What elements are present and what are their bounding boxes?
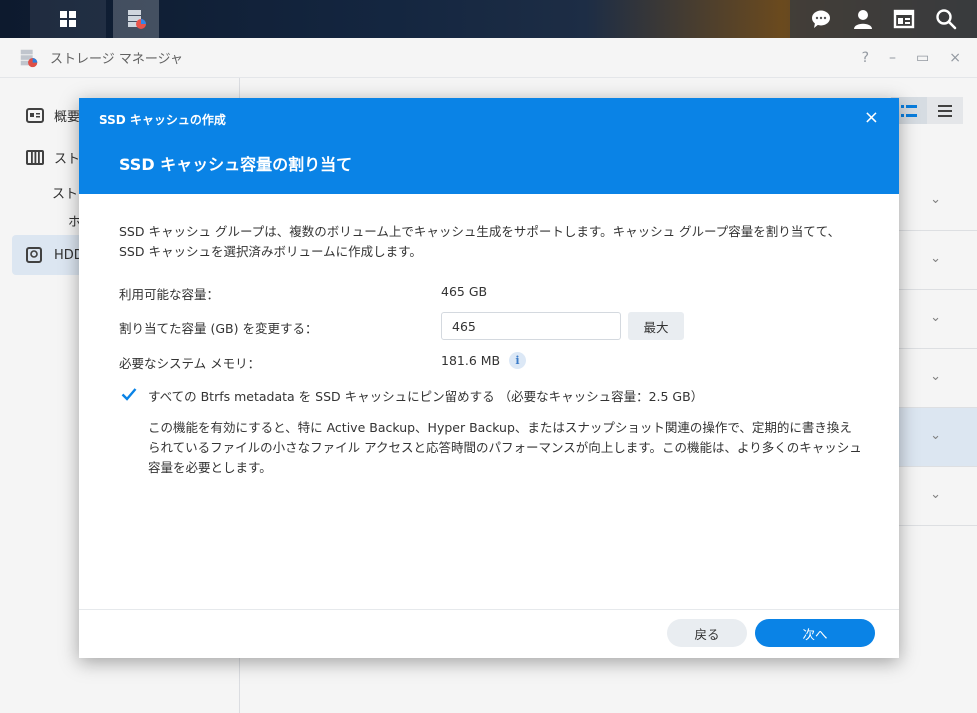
memory-label: 必要なシステム メモリ：: [119, 356, 261, 371]
info-icon[interactable]: i: [509, 352, 526, 369]
ssd-cache-dialog: SSD キャッシュの作成 × SSD キャッシュ容量の割り当て SSD キャッシ…: [79, 98, 899, 658]
back-button[interactable]: 戻る: [667, 619, 747, 647]
max-button[interactable]: 最大: [628, 312, 684, 340]
chat-button[interactable]: [809, 7, 833, 31]
dialog-footer: 戻る 次へ: [79, 609, 899, 658]
memory-value: 181.6 MB: [441, 353, 501, 368]
storage-manager-icon: [128, 10, 146, 29]
user-button[interactable]: [851, 7, 875, 31]
alloc-capacity-label: 割り当てた容量 (GB) を変更する：: [119, 321, 318, 336]
next-button[interactable]: 次へ: [755, 619, 875, 647]
widgets-button[interactable]: [892, 7, 916, 31]
taskbar: [0, 0, 977, 38]
pin-metadata-checkbox[interactable]: [121, 386, 137, 402]
pin-metadata-label[interactable]: すべての Btrfs metadata を SSD キャッシュにピン留めする （…: [148, 386, 703, 405]
available-capacity-value: 465 GB: [441, 284, 488, 299]
storage-manager-taskbar-button[interactable]: [113, 0, 159, 38]
dialog-body: SSD キャッシュ グループは、複数のボリューム上でキャッシュ生成をサポートしま…: [119, 222, 864, 371]
dialog-title: SSD キャッシュ容量の割り当て: [119, 155, 353, 174]
pin-metadata-description: この機能を有効にすると、特に Active Backup、Hyper Backu…: [148, 420, 862, 475]
widgets-icon: [894, 9, 915, 29]
checkmark-icon: [121, 388, 137, 401]
alloc-capacity-input[interactable]: [441, 312, 621, 340]
apps-grid-icon: [60, 11, 76, 27]
dialog-window-title: SSD キャッシュの作成: [99, 113, 226, 127]
apps-grid-button[interactable]: [30, 0, 106, 38]
chat-icon: [811, 10, 830, 28]
close-icon[interactable]: ×: [864, 107, 879, 128]
search-icon: [936, 9, 957, 30]
user-icon: [853, 10, 872, 29]
dialog-description: SSD キャッシュ グループは、複数のボリューム上でキャッシュ生成をサポートしま…: [119, 224, 841, 259]
available-capacity-label: 利用可能な容量：: [119, 287, 220, 302]
search-button[interactable]: [934, 7, 958, 31]
dialog-header: SSD キャッシュの作成 × SSD キャッシュ容量の割り当て: [79, 98, 899, 194]
taskbar-tray: [790, 0, 977, 38]
